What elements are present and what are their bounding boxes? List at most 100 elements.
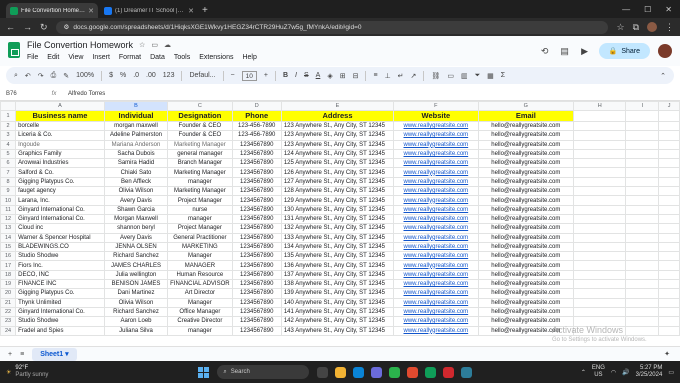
grid-cell[interactable]: 137 Anywhere St., Any City, ST 12345 bbox=[280, 269, 395, 281]
grid-cell[interactable]: www.reallygreatsite.com bbox=[393, 139, 479, 150]
minimize-icon[interactable]: — bbox=[622, 5, 630, 14]
grid-cell[interactable]: www.reallygreatsite.com bbox=[393, 158, 479, 169]
grid-cell[interactable]: Aaron Loeb bbox=[103, 316, 169, 327]
grid-cell[interactable]: www.reallygreatsite.com bbox=[393, 120, 479, 132]
grid-cell[interactable]: hello@reallygreatsite.com bbox=[477, 269, 575, 281]
insert-link-icon[interactable]: ⛓ bbox=[431, 72, 440, 80]
empty-cell[interactable] bbox=[573, 139, 627, 150]
grid-cell[interactable]: hello@reallygreatsite.com bbox=[477, 223, 575, 234]
paint-format-icon[interactable]: ✎ bbox=[63, 72, 69, 80]
grid-cell[interactable]: MARKETING bbox=[167, 241, 233, 253]
font-size-input[interactable]: 10 bbox=[241, 70, 257, 81]
grid-cell[interactable]: Mariana Anderson bbox=[103, 139, 169, 150]
grid-cell[interactable]: Studio Shodwe bbox=[15, 316, 105, 327]
grid-cell[interactable]: www.reallygreatsite.com bbox=[393, 176, 479, 188]
empty-cell[interactable] bbox=[573, 251, 627, 262]
profile-avatar[interactable] bbox=[647, 22, 657, 32]
empty-cell[interactable] bbox=[658, 279, 680, 290]
grid-cell[interactable]: 130 Anywhere St., Any City, ST 12345 bbox=[280, 204, 395, 215]
grid-cell[interactable]: 123 Anywhere St., Any City, ST 12345 bbox=[280, 120, 395, 132]
grid-cell[interactable]: 1234567890 bbox=[231, 232, 282, 243]
move-folder-icon[interactable]: ▭ bbox=[151, 41, 158, 49]
empty-cell[interactable] bbox=[658, 223, 680, 234]
row-number[interactable]: 11 bbox=[0, 204, 17, 215]
empty-cell[interactable] bbox=[658, 297, 680, 308]
clock[interactable]: 5:27 PM 3/25/2024 bbox=[636, 365, 663, 379]
empty-cell[interactable] bbox=[573, 213, 627, 225]
grid-cell[interactable]: Salford & Co. bbox=[15, 167, 105, 178]
grid-cell[interactable]: BENISON JAMES bbox=[103, 279, 169, 290]
grid-cell[interactable]: Founder & CEO bbox=[167, 130, 233, 141]
comments-icon[interactable]: ▤ bbox=[559, 45, 571, 57]
grid-cell[interactable]: 1234567890 bbox=[231, 167, 282, 178]
grid-cell[interactable]: MANAGER bbox=[167, 260, 233, 271]
empty-cell[interactable] bbox=[658, 306, 680, 318]
select-all-corner[interactable] bbox=[0, 101, 17, 111]
horizontal-align-icon[interactable]: ≡ bbox=[373, 72, 377, 79]
empty-cell[interactable] bbox=[625, 204, 660, 215]
redo-icon[interactable]: ↷ bbox=[38, 72, 44, 80]
column-header[interactable]: H bbox=[573, 101, 627, 111]
grid-cell[interactable]: 135 Anywhere St., Any City, ST 12345 bbox=[280, 251, 395, 262]
empty-cell[interactable] bbox=[625, 251, 660, 262]
grid-cell[interactable]: 1234567890 bbox=[231, 213, 282, 225]
row-number[interactable]: 10 bbox=[0, 195, 17, 206]
row-number[interactable]: 1 bbox=[0, 110, 17, 122]
decrease-decimal-button[interactable]: .0 bbox=[133, 72, 139, 79]
insert-chart-icon[interactable]: ▥ bbox=[461, 72, 468, 80]
empty-cell[interactable] bbox=[658, 232, 680, 243]
grid-cell[interactable]: 134 Anywhere St., Any City, ST 12345 bbox=[280, 241, 395, 253]
grid-cell[interactable]: hello@reallygreatsite.com bbox=[477, 213, 575, 225]
grid-cell[interactable]: hello@reallygreatsite.com bbox=[477, 260, 575, 271]
grid-cell[interactable]: hello@reallygreatsite.com bbox=[477, 120, 575, 132]
menu-extensions[interactable]: Extensions bbox=[199, 54, 233, 61]
all-sheets-button[interactable]: ≡ bbox=[20, 351, 24, 358]
grid-cell[interactable]: Richard Sanchez bbox=[103, 306, 169, 318]
empty-cell[interactable] bbox=[573, 176, 627, 188]
grid-cell[interactable]: 136 Anywhere St., Any City, ST 12345 bbox=[280, 260, 395, 271]
grid-cell[interactable]: Warner & Spencer Hospital bbox=[15, 232, 105, 243]
cloud-status-icon[interactable]: ☁ bbox=[164, 41, 171, 49]
empty-cell[interactable] bbox=[658, 176, 680, 188]
collapse-toolbar-icon[interactable]: ⌃ bbox=[660, 72, 666, 80]
grid-cell[interactable]: 1234567890 bbox=[231, 195, 282, 206]
grid-cell[interactable]: hello@reallygreatsite.com bbox=[477, 195, 575, 206]
empty-cell[interactable] bbox=[573, 288, 627, 299]
row-number[interactable]: 12 bbox=[0, 213, 17, 225]
back-icon[interactable]: ← bbox=[6, 22, 15, 32]
vertical-align-icon[interactable]: ⊥ bbox=[385, 72, 391, 80]
grid-cell[interactable]: Liceria & Co. bbox=[15, 130, 105, 141]
browser-tab-active[interactable]: File Convertion Homework - Go ✕ bbox=[6, 3, 98, 18]
grid-cell[interactable]: JAMES CHARLES bbox=[103, 260, 169, 271]
column-header-selected[interactable]: B bbox=[103, 101, 169, 111]
empty-cell[interactable] bbox=[625, 232, 660, 243]
grid-cell[interactable]: shannon beryl bbox=[103, 223, 169, 234]
grid-cell[interactable]: Richard Sanchez bbox=[103, 251, 169, 262]
column-header[interactable]: F bbox=[393, 101, 479, 111]
grid-cell[interactable]: nurse bbox=[167, 204, 233, 215]
browser-menu-icon[interactable]: ⋮ bbox=[665, 22, 674, 33]
grid-cell[interactable]: FINANCE INC bbox=[15, 279, 105, 290]
menu-view[interactable]: View bbox=[68, 54, 83, 61]
grid-cell[interactable]: 1234567890 bbox=[231, 204, 282, 215]
menu-tools[interactable]: Tools bbox=[174, 54, 190, 61]
grid-cell[interactable]: 1234567890 bbox=[231, 158, 282, 169]
filter-views-icon[interactable]: ▦ bbox=[487, 72, 494, 80]
grid-cell[interactable]: hello@reallygreatsite.com bbox=[477, 139, 575, 150]
grid-cell[interactable]: Avery Davis bbox=[103, 195, 169, 206]
empty-cell[interactable] bbox=[573, 297, 627, 308]
column-header[interactable]: C bbox=[167, 101, 233, 111]
close-tab-icon[interactable]: ✕ bbox=[88, 7, 94, 15]
empty-cell[interactable] bbox=[573, 186, 627, 197]
grid-cell[interactable]: Project Manager bbox=[167, 195, 233, 206]
grid-cell[interactable]: 1234567890 bbox=[231, 251, 282, 262]
bookmark-star-icon[interactable]: ☆ bbox=[616, 22, 624, 33]
windows-start-icon[interactable] bbox=[198, 366, 210, 378]
grid-cell[interactable]: hello@reallygreatsite.com bbox=[477, 158, 575, 169]
text-rotation-icon[interactable]: ↗ bbox=[411, 72, 417, 80]
grid-cell[interactable]: 123 Anywhere St., Any City, ST 12345 bbox=[280, 130, 395, 141]
grid-cell[interactable]: Arowwai Industries bbox=[15, 158, 105, 169]
grid-cell[interactable]: www.reallygreatsite.com bbox=[393, 288, 479, 299]
empty-cell[interactable] bbox=[658, 167, 680, 178]
edge-icon[interactable] bbox=[353, 366, 365, 378]
